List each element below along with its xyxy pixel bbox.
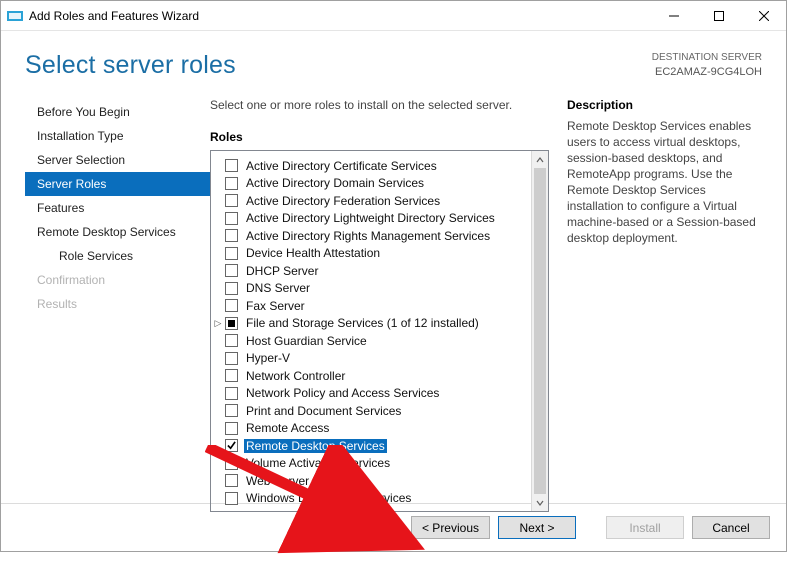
description-heading: Description (567, 98, 762, 112)
role-row[interactable]: Active Directory Certificate Services (225, 157, 527, 175)
role-row[interactable]: Active Directory Domain Services (225, 175, 527, 193)
nav-item-server-roles[interactable]: Server Roles (25, 172, 210, 196)
role-label: File and Storage Services (1 of 12 insta… (244, 316, 481, 330)
role-label: Active Directory Rights Management Servi… (244, 229, 492, 243)
role-row[interactable]: Remote Desktop Services (225, 437, 527, 455)
role-row[interactable]: Network Policy and Access Services (225, 385, 527, 403)
role-checkbox[interactable] (225, 282, 238, 295)
role-checkbox[interactable] (225, 369, 238, 382)
role-checkbox[interactable] (225, 194, 238, 207)
role-label: Active Directory Federation Services (244, 194, 442, 208)
scroll-thumb[interactable] (534, 168, 546, 494)
role-checkbox[interactable] (225, 159, 238, 172)
role-label: Remote Access (244, 421, 331, 435)
role-row[interactable]: Fax Server (225, 297, 527, 315)
role-row[interactable]: Active Directory Lightweight Directory S… (225, 210, 527, 228)
close-button[interactable] (741, 1, 786, 30)
role-label: Device Health Attestation (244, 246, 382, 260)
window-controls (651, 1, 786, 30)
role-label: Host Guardian Service (244, 334, 369, 348)
role-row[interactable]: Windows Deployment Services (225, 490, 527, 508)
role-label: Web Server (IIS) (244, 474, 337, 488)
role-checkbox[interactable] (225, 212, 238, 225)
wizard-window: Add Roles and Features Wizard Select ser… (0, 0, 787, 552)
role-checkbox[interactable] (225, 474, 238, 487)
install-button: Install (606, 516, 684, 539)
roles-listbox: Active Directory Certificate Services Act… (210, 150, 549, 512)
minimize-button[interactable] (651, 1, 696, 30)
role-checkbox[interactable] (225, 457, 238, 470)
description-text: Remote Desktop Services enables users to… (567, 118, 762, 246)
role-checkbox[interactable] (225, 422, 238, 435)
role-checkbox[interactable] (225, 352, 238, 365)
nav-item-installation-type[interactable]: Installation Type (25, 124, 210, 148)
role-row[interactable]: DHCP Server (225, 262, 527, 280)
role-label: DHCP Server (244, 264, 320, 278)
server-manager-icon (7, 8, 23, 24)
role-row[interactable]: Device Health Attestation (225, 245, 527, 263)
scroll-up-button[interactable] (532, 151, 548, 168)
role-row[interactable]: Print and Document Services (225, 402, 527, 420)
destination-info: DESTINATION SERVER EC2AMAZ-9CG4LOH (652, 51, 762, 79)
roles-heading: Roles (210, 130, 549, 144)
role-label: Active Directory Certificate Services (244, 159, 439, 173)
wizard-nav: Before You BeginInstallation TypeServer … (25, 98, 210, 500)
scroll-down-button[interactable] (532, 494, 548, 511)
intro-text: Select one or more roles to install on t… (210, 98, 549, 112)
role-label: Print and Document Services (244, 404, 403, 418)
next-button[interactable]: Next > (498, 516, 576, 539)
role-label: Hyper-V (244, 351, 292, 365)
scrollbar[interactable] (531, 151, 548, 511)
role-checkbox[interactable] (225, 317, 238, 330)
role-checkbox[interactable] (225, 387, 238, 400)
window-title: Add Roles and Features Wizard (29, 9, 651, 23)
nav-item-features[interactable]: Features (25, 196, 210, 220)
destination-label: DESTINATION SERVER (652, 51, 762, 65)
role-row[interactable]: ▷File and Storage Services (1 of 12 inst… (225, 315, 527, 333)
role-label: Active Directory Lightweight Directory S… (244, 211, 497, 225)
role-row[interactable]: Network Controller (225, 367, 527, 385)
role-checkbox[interactable] (225, 247, 238, 260)
role-row[interactable]: Remote Access (225, 420, 527, 438)
previous-button[interactable]: < Previous (411, 516, 490, 539)
role-checkbox[interactable] (225, 229, 238, 242)
nav-item-confirmation: Confirmation (25, 268, 210, 292)
maximize-button[interactable] (696, 1, 741, 30)
role-row[interactable]: Active Directory Federation Services (225, 192, 527, 210)
role-label: Network Controller (244, 369, 347, 383)
role-row[interactable]: Hyper-V (225, 350, 527, 368)
nav-item-remote-desktop-services[interactable]: Remote Desktop Services (25, 220, 210, 244)
nav-item-role-services[interactable]: Role Services (25, 244, 210, 268)
role-checkbox[interactable] (225, 299, 238, 312)
role-label: Remote Desktop Services (244, 439, 387, 453)
role-label: Volume Activation Services (244, 456, 392, 470)
role-checkbox[interactable] (225, 334, 238, 347)
role-checkbox[interactable] (225, 492, 238, 505)
role-checkbox[interactable] (225, 177, 238, 190)
role-row[interactable]: Host Guardian Service (225, 332, 527, 350)
role-checkbox[interactable] (225, 404, 238, 417)
role-checkbox[interactable] (225, 264, 238, 277)
role-row[interactable]: Active Directory Rights Management Servi… (225, 227, 527, 245)
role-label: Active Directory Domain Services (244, 176, 426, 190)
expander-icon[interactable]: ▷ (213, 318, 223, 329)
title-bar: Add Roles and Features Wizard (1, 1, 786, 31)
role-checkbox[interactable] (225, 439, 238, 452)
role-label: Fax Server (244, 299, 307, 313)
role-label: Network Policy and Access Services (244, 386, 441, 400)
nav-item-before-you-begin[interactable]: Before You Begin (25, 100, 210, 124)
role-label: DNS Server (244, 281, 312, 295)
page-title: Select server roles (25, 51, 236, 80)
nav-item-results: Results (25, 292, 210, 316)
destination-server-name: EC2AMAZ-9CG4LOH (652, 65, 762, 79)
role-label: Windows Deployment Services (244, 491, 413, 505)
role-row[interactable]: Web Server (IIS) (225, 472, 527, 490)
nav-item-server-selection[interactable]: Server Selection (25, 148, 210, 172)
role-row[interactable]: Volume Activation Services (225, 455, 527, 473)
role-row[interactable]: DNS Server (225, 280, 527, 298)
cancel-button[interactable]: Cancel (692, 516, 770, 539)
